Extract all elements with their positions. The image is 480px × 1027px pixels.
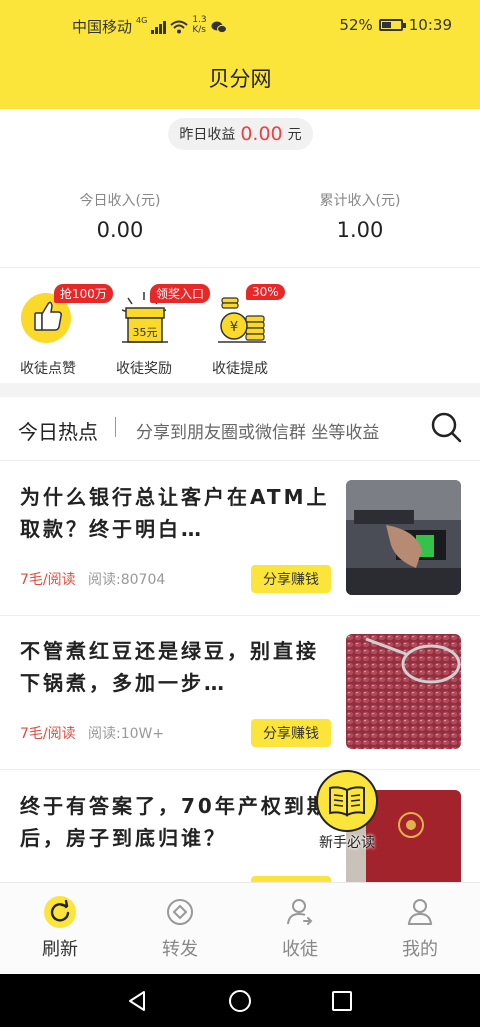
tab-label: 我的: [402, 939, 438, 960]
article-title[interactable]: 不管煮红豆还是绿豆，别直接下锅煮，多加一步…: [20, 635, 330, 699]
feature-apprentice-commission[interactable]: ¥ 30% 收徒提成: [192, 276, 288, 378]
today-income: 今日收入(元) 0.00: [0, 190, 240, 242]
divider: [0, 267, 480, 268]
article-item[interactable]: 不管煮红豆还是绿豆，别直接下锅煮，多加一步… 7毛/阅读 阅读:10W+ 分享赚…: [0, 615, 480, 769]
status-bar: 中国移动 4G 1.3 K/s 52% 10:39: [0, 0, 480, 56]
atm-photo[interactable]: [346, 480, 461, 595]
add-apprentice-icon: [287, 899, 313, 925]
article-price: 7毛/阅读: [20, 572, 76, 588]
tab-refresh[interactable]: 刷新: [0, 883, 120, 975]
forward-icon: [167, 899, 193, 925]
today-income-label: 今日收入(元): [79, 193, 161, 209]
search-icon[interactable]: [430, 411, 462, 443]
carrier-label: 中国移动: [72, 18, 133, 36]
today-income-value: 0.00: [96, 218, 144, 242]
tab-label: 收徒: [282, 939, 318, 960]
article-reads: 阅读:80704: [88, 572, 166, 588]
article-item[interactable]: 为什么银行总让客户在ATM上取款？终于明白… 7毛/阅读 阅读:80704 分享…: [0, 461, 480, 615]
wifi-icon: [170, 20, 188, 33]
feature-label: 收徒提成: [212, 361, 268, 377]
feature-apprentice-reward[interactable]: 35元 领奖入口 收徒奖励: [96, 276, 211, 378]
header: 中国移动 4G 1.3 K/s 52% 10:39 贝分网: [0, 0, 480, 109]
battery-percent: 52%: [339, 16, 373, 34]
tab-mine[interactable]: 我的: [360, 883, 480, 975]
network-type: 4G: [136, 16, 148, 25]
profile-icon: [407, 899, 433, 925]
book-icon: [329, 786, 365, 817]
article-title[interactable]: 为什么银行总让客户在ATM上取款？终于明白…: [20, 481, 330, 545]
hot-subtitle: 分享到朋友圈或微信群 坐等收益: [136, 423, 380, 443]
recents-icon[interactable]: [331, 990, 353, 1012]
tab-apprentice[interactable]: 收徒: [240, 883, 360, 975]
wechat-icon: [211, 21, 227, 33]
total-income-value: 1.00: [336, 218, 384, 242]
hot-topics-bar: 今日热点 分享到朋友圈或微信群 坐等收益: [0, 397, 480, 461]
back-icon[interactable]: [126, 990, 148, 1012]
article-item[interactable]: 终于有答案了，70年产权到期后，房子到底归谁？: [0, 770, 480, 882]
divider: [115, 417, 116, 437]
net-speed-unit: K/s: [192, 25, 206, 35]
article-price: 7毛/阅读: [20, 726, 76, 742]
svg-text:¥: ¥: [230, 320, 238, 335]
net-speed-value: 1.3: [192, 15, 207, 25]
refresh-icon: [44, 896, 76, 928]
clock: 10:39: [408, 16, 452, 34]
signal-icon: [151, 20, 167, 34]
tab-label: 转发: [162, 939, 198, 960]
section-spacer: [0, 383, 480, 397]
newbie-guide-label: 新手必读: [319, 835, 375, 851]
yesterday-value: 0.00: [240, 123, 283, 145]
page-title: 贝分网: [208, 67, 272, 91]
share-earn-button[interactable]: 分享赚钱: [251, 719, 331, 747]
tab-forward[interactable]: 转发: [120, 883, 240, 975]
home-icon[interactable]: [228, 989, 252, 1013]
tab-label: 刷新: [42, 939, 78, 960]
red-beans-photo[interactable]: [346, 634, 461, 749]
feature-label: 收徒点赞: [20, 361, 76, 377]
total-income-label: 累计收入(元): [319, 193, 401, 209]
article-reads: 阅读:10W+: [88, 726, 165, 742]
feature-badge: 30%: [246, 284, 285, 300]
system-nav-bar: [0, 974, 480, 1027]
total-income: 累计收入(元) 1.00: [240, 190, 480, 242]
battery-icon: [378, 19, 406, 31]
gift-amount: 35元: [133, 326, 158, 339]
feature-label: 收徒奖励: [116, 361, 172, 377]
share-earn-button[interactable]: 分享赚钱: [251, 565, 331, 593]
hot-title: 今日热点: [18, 420, 98, 444]
bottom-tabbar: 刷新 转发 收徒 我的: [0, 882, 480, 974]
yesterday-label: 昨日收益: [179, 127, 236, 143]
article-title[interactable]: 终于有答案了，70年产权到期后，房子到底归谁？: [20, 790, 330, 854]
yesterday-earnings: 昨日收益 0.00 元: [168, 118, 313, 150]
newbie-guide-button[interactable]: 新手必读: [314, 770, 380, 860]
yesterday-unit: 元: [287, 127, 302, 143]
feature-apprentice-like[interactable]: 抢100万 收徒点赞: [0, 276, 113, 378]
